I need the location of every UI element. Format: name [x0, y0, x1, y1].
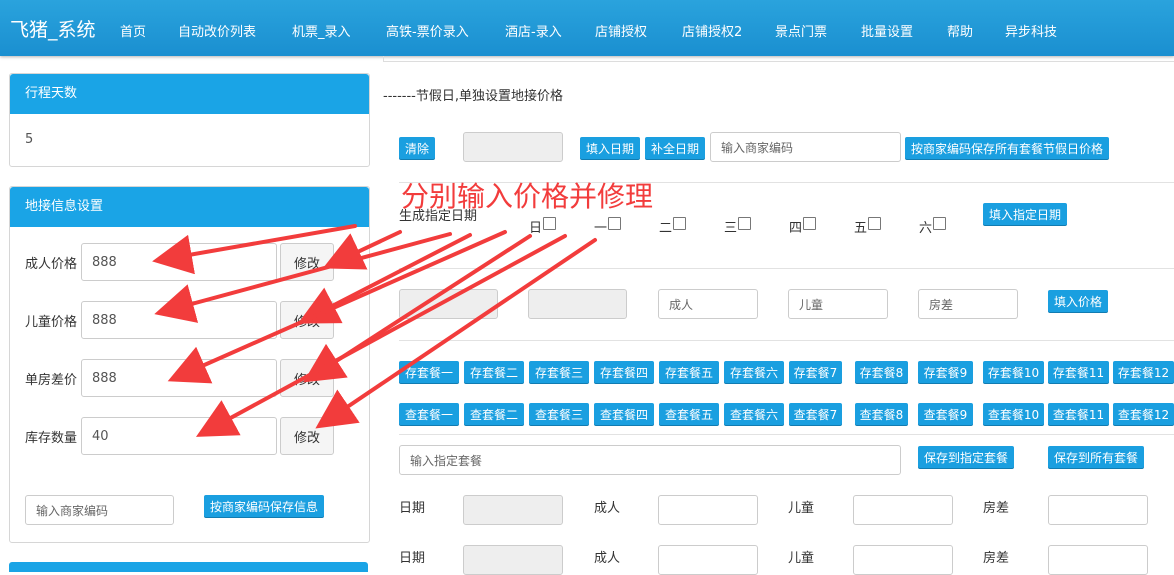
arrow-to-stock-modify	[315, 238, 597, 429]
annotation-text: 分别输入价格并修理	[401, 180, 654, 213]
arrow-to-child-modify	[297, 233, 472, 324]
arrow-to-single-room	[167, 230, 507, 384]
arrow-to-child-price	[154, 232, 452, 323]
annotation-arrows	[152, 224, 597, 437]
arrow-to-stock	[195, 234, 567, 437]
arrow-to-adult-price	[152, 224, 357, 275]
